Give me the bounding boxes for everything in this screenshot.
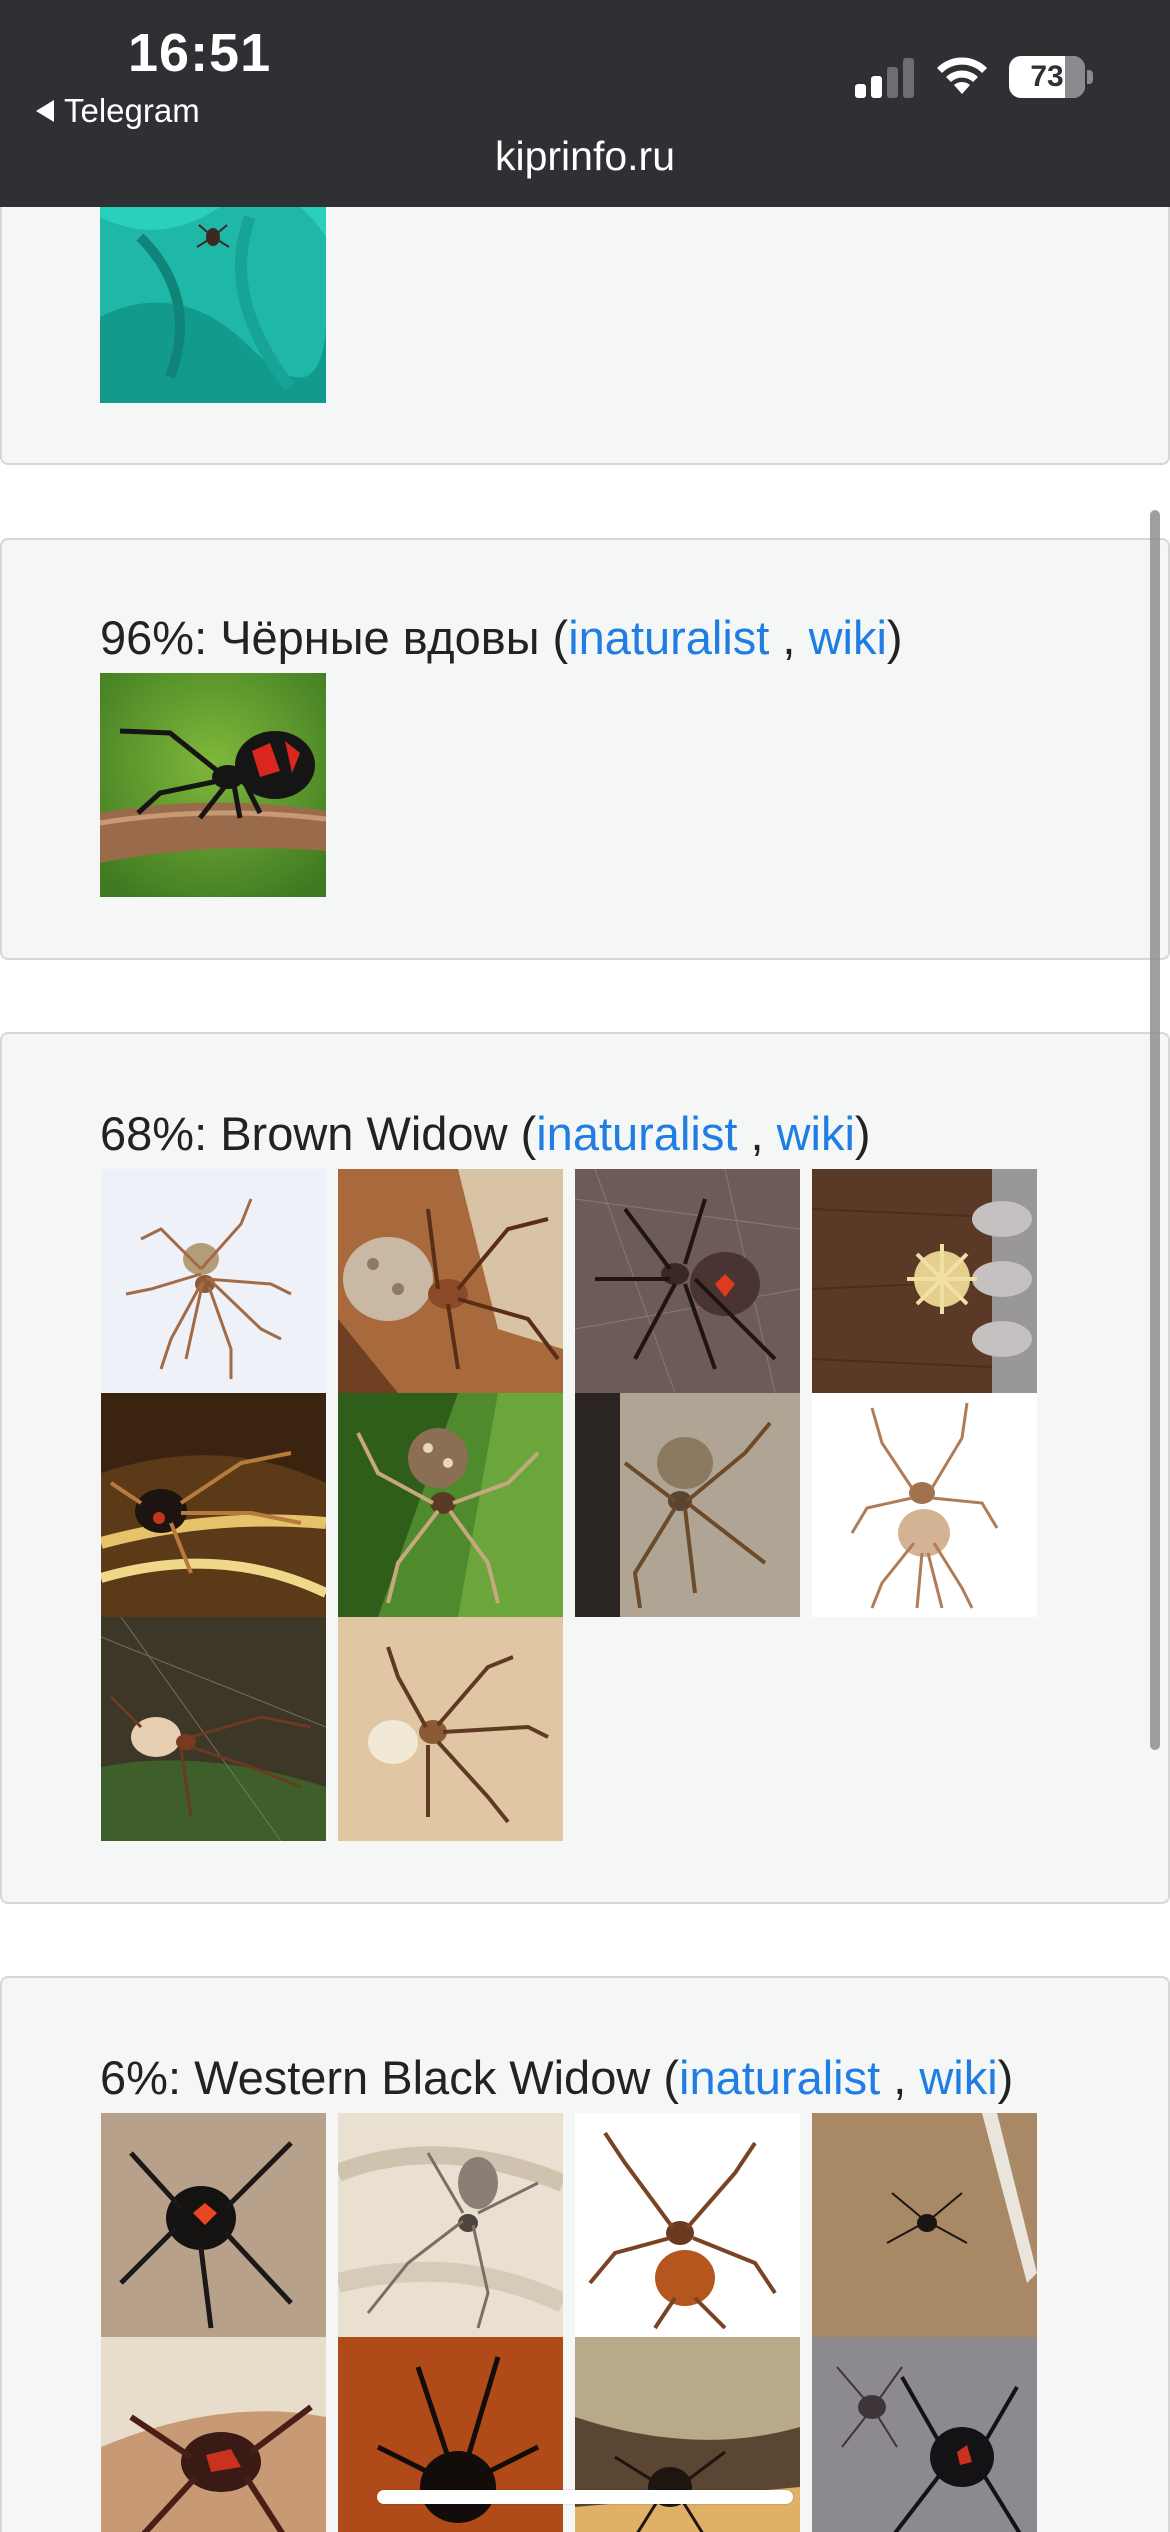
result-photo[interactable] [101, 1393, 326, 1617]
wiki-link[interactable]: wiki [777, 1107, 855, 1160]
inaturalist-link[interactable]: inaturalist [679, 2051, 880, 2104]
result-title: 6%: Western Black Widow (inaturalist , w… [100, 2051, 1014, 2104]
result-photo[interactable] [575, 1169, 800, 1393]
result-percent: 96% [100, 611, 195, 664]
battery-level: 73 [1030, 60, 1064, 93]
result-photo[interactable] [100, 673, 326, 897]
spider-egg-sac-photo [812, 1169, 1037, 1393]
spider-photo [101, 2113, 326, 2337]
spider-photo [101, 2337, 326, 2532]
spider-photo [575, 1169, 800, 1393]
spider-photo [812, 2113, 1037, 2337]
spider-photo [575, 2113, 800, 2337]
result-title: 96%: Чёрные вдовы (inaturalist , wiki) [100, 611, 903, 664]
result-photo[interactable] [338, 1393, 563, 1617]
result-photo[interactable] [101, 2113, 326, 2337]
cellular-signal-icon [855, 58, 914, 98]
result-species-name: Brown Widow [220, 1107, 508, 1160]
back-arrow-icon [36, 100, 54, 122]
back-app-label: Telegram [64, 92, 200, 129]
result-photo[interactable] [100, 177, 326, 403]
spider-photo [101, 1617, 326, 1841]
result-percent: 6% [100, 2051, 168, 2104]
spider-photo [338, 1169, 563, 1393]
address-bar-url[interactable]: kiprinfo.ru [0, 133, 1170, 180]
spider-photo-teal-fabric [100, 177, 326, 403]
spider-photo [575, 1393, 800, 1617]
spider-photo [338, 1393, 563, 1617]
spider-photo-redback-on-twig [100, 673, 326, 897]
result-photo[interactable] [575, 1393, 800, 1617]
wiki-link[interactable]: wiki [919, 2051, 997, 2104]
spider-photo [101, 1169, 326, 1393]
result-card: 68%: Brown Widow (inaturalist , wiki) [0, 1032, 1170, 1904]
result-title: 68%: Brown Widow (inaturalist , wiki) [100, 1107, 871, 1160]
result-photo[interactable] [812, 2337, 1037, 2532]
spider-photo [338, 1617, 563, 1841]
spider-photo [812, 1393, 1037, 1617]
result-photo[interactable] [101, 1617, 326, 1841]
back-to-telegram-button[interactable]: Telegram [36, 92, 200, 130]
result-card: 96%: Чёрные вдовы (inaturalist , wiki) [0, 538, 1170, 960]
result-species-name: Чёрные вдовы [220, 611, 540, 664]
wiki-link[interactable]: wiki [809, 611, 887, 664]
home-indicator[interactable] [377, 2490, 793, 2504]
spider-photo [812, 2337, 1037, 2532]
inaturalist-link[interactable]: inaturalist [536, 1107, 737, 1160]
result-photo[interactable] [812, 1169, 1037, 1393]
vertical-scrollbar[interactable] [1150, 510, 1160, 1750]
result-species-name: Western Black Widow [194, 2051, 651, 2104]
result-photo[interactable] [101, 2337, 326, 2532]
result-photo[interactable] [812, 2113, 1037, 2337]
wifi-icon [937, 57, 987, 94]
result-card: 6%: Western Black Widow (inaturalist , w… [0, 1976, 1170, 2532]
result-photo[interactable] [575, 2113, 800, 2337]
result-photo[interactable] [338, 1169, 563, 1393]
result-photo[interactable] [338, 2113, 563, 2337]
spider-photo [101, 1393, 326, 1617]
inaturalist-link[interactable]: inaturalist [568, 611, 769, 664]
browser-top-bar: 16:51 Telegram 73 kiprinfo.ru [0, 0, 1170, 207]
result-photo[interactable] [812, 1393, 1037, 1617]
result-photo[interactable] [101, 1169, 326, 1393]
status-time: 16:51 [128, 23, 272, 83]
battery-icon: 73 [1009, 56, 1093, 98]
result-percent: 68% [100, 1107, 195, 1160]
result-photo[interactable] [338, 1617, 563, 1841]
spider-photo [338, 2113, 563, 2337]
